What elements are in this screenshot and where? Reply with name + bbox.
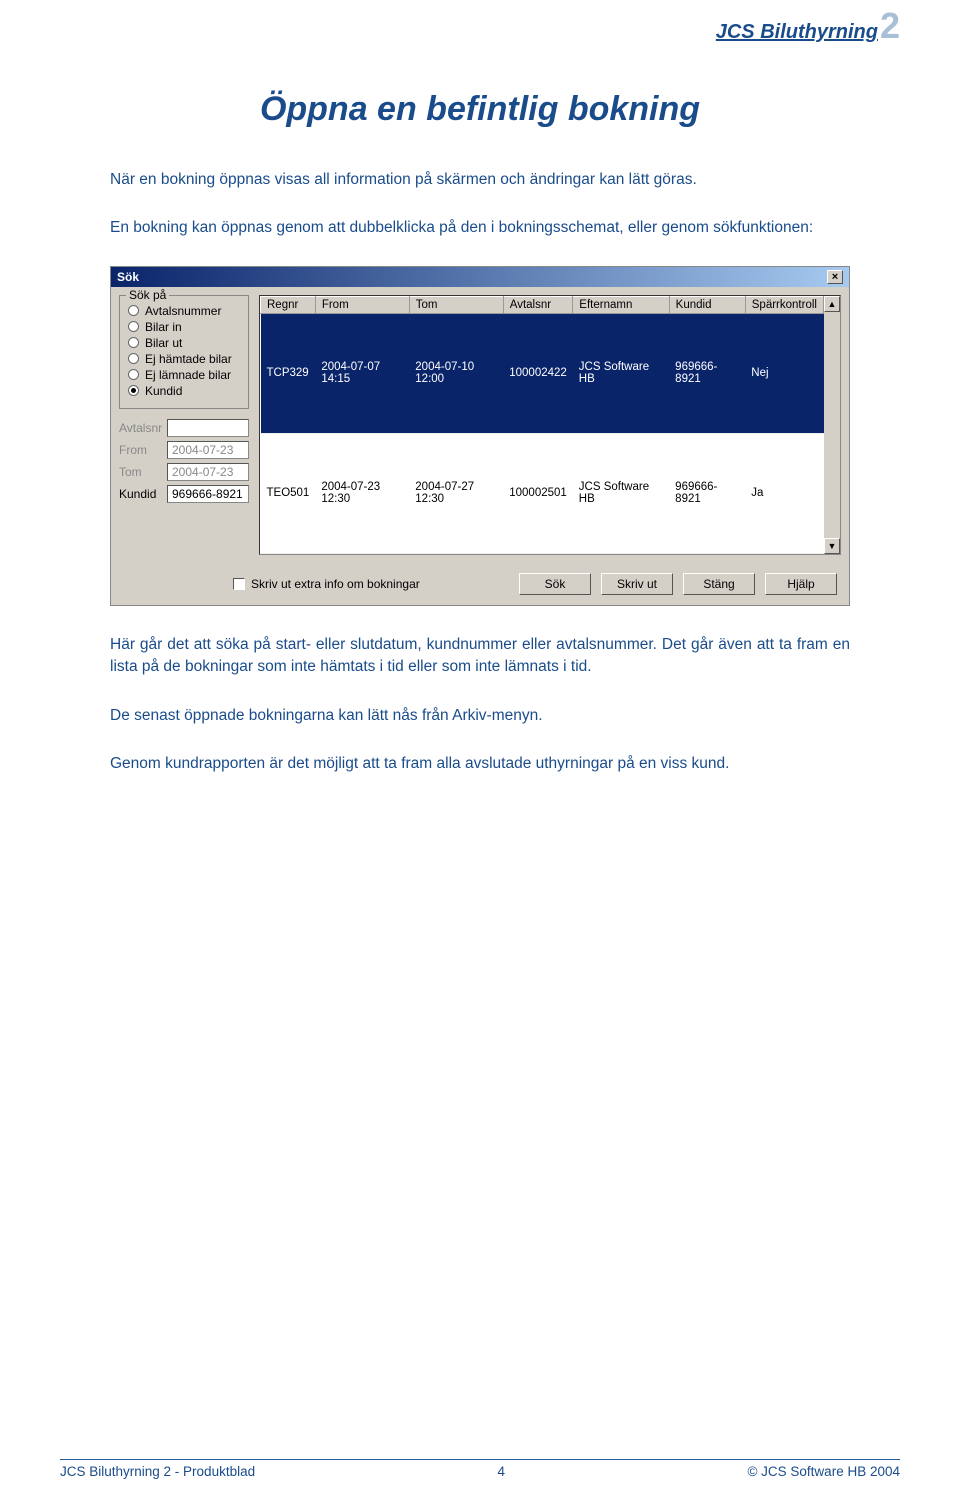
scroll-down-icon[interactable]: ▼: [824, 538, 840, 554]
radio-icon: [128, 337, 139, 348]
page-footer: JCS Biluthyrning 2 - Produktblad 4 © JCS…: [60, 1459, 900, 1479]
table-row[interactable]: TEO501 2004-07-23 12:30 2004-07-27 12:30…: [261, 433, 824, 553]
search-on-group-label: Sök på: [126, 288, 169, 302]
radio-label: Ej lämnade bilar: [145, 368, 231, 382]
radio-icon: [128, 369, 139, 380]
radio-bilar-ut[interactable]: Bilar ut: [128, 336, 240, 350]
radio-label: Ej hämtade bilar: [145, 352, 232, 366]
body-paragraph-4: De senast öppnade bokningarna kan lätt n…: [110, 705, 850, 727]
field-label: Tom: [119, 465, 163, 479]
footer-right: © JCS Software HB 2004: [747, 1464, 900, 1479]
radio-bilar-in[interactable]: Bilar in: [128, 320, 240, 334]
radio-icon: [128, 385, 139, 396]
col-from[interactable]: From: [315, 296, 409, 313]
print-button[interactable]: Skriv ut: [601, 573, 673, 595]
cell: 2004-07-07 14:15: [315, 313, 409, 433]
table-header-row: Regnr From Tom Avtalsnr Efternamn Kundid…: [261, 296, 824, 313]
radio-label: Bilar in: [145, 320, 182, 334]
cell: 969666-8921: [669, 313, 745, 433]
kundid-input[interactable]: 969666-8921: [167, 485, 249, 503]
window-titlebar[interactable]: Sök ×: [111, 267, 849, 287]
radio-ej-hamtade[interactable]: Ej hämtade bilar: [128, 352, 240, 366]
radio-label: Avtalsnummer: [145, 304, 221, 318]
col-sparrkontroll[interactable]: Spärrkontroll: [745, 296, 823, 313]
search-left-panel: Sök på Avtalsnummer Bilar in Bilar ut Ej…: [119, 295, 249, 555]
col-kundid[interactable]: Kundid: [669, 296, 745, 313]
brand-logo: JCS Biluthyrning 2: [716, 10, 900, 44]
avtalsnr-input[interactable]: [167, 419, 249, 437]
radio-kundid[interactable]: Kundid: [128, 384, 240, 398]
search-on-group: Sök på Avtalsnummer Bilar in Bilar ut Ej…: [119, 295, 249, 409]
help-button[interactable]: Hjälp: [765, 573, 837, 595]
cell: 969666-8921: [669, 433, 745, 553]
checkbox-icon[interactable]: [233, 578, 245, 590]
col-efternamn[interactable]: Efternamn: [573, 296, 669, 313]
brand-logo-num: 2: [880, 10, 900, 42]
window-bottom-bar: Skriv ut extra info om bokningar Sök Skr…: [111, 563, 849, 605]
tom-input[interactable]: 2004-07-23: [167, 463, 249, 481]
col-regnr[interactable]: Regnr: [261, 296, 316, 313]
intro-paragraph-1: När en bokning öppnas visas all informat…: [110, 169, 850, 191]
from-input[interactable]: 2004-07-23: [167, 441, 249, 459]
cell: Nej: [745, 313, 823, 433]
cell: TCP329: [261, 313, 316, 433]
table-row[interactable]: TCP329 2004-07-07 14:15 2004-07-10 12:00…: [261, 313, 824, 433]
close-icon[interactable]: ×: [827, 270, 843, 284]
results-table: Regnr From Tom Avtalsnr Efternamn Kundid…: [260, 296, 824, 554]
search-button[interactable]: Sök: [519, 573, 591, 595]
close-button[interactable]: Stäng: [683, 573, 755, 595]
radio-icon: [128, 305, 139, 316]
field-avtalsnr: Avtalsnr: [119, 419, 249, 437]
field-label: Avtalsnr: [119, 421, 163, 435]
radio-avtalsnummer[interactable]: Avtalsnummer: [128, 304, 240, 318]
radio-icon: [128, 321, 139, 332]
cell: 100002422: [503, 313, 573, 433]
field-label: From: [119, 443, 163, 457]
cell: JCS Software HB: [573, 313, 669, 433]
cell: JCS Software HB: [573, 433, 669, 553]
field-tom: Tom 2004-07-23: [119, 463, 249, 481]
checkbox-label: Skriv ut extra info om bokningar: [251, 577, 420, 591]
footer-page-number: 4: [498, 1464, 506, 1479]
cell: 2004-07-27 12:30: [409, 433, 503, 553]
field-from: From 2004-07-23: [119, 441, 249, 459]
col-tom[interactable]: Tom: [409, 296, 503, 313]
cell: TEO501: [261, 433, 316, 553]
cell: 100002501: [503, 433, 573, 553]
page-title: Öppna en befintlig bokning: [110, 90, 850, 129]
field-kundid: Kundid 969666-8921: [119, 485, 249, 503]
window-title: Sök: [117, 270, 139, 284]
brand-logo-text: JCS Biluthyrning: [716, 21, 878, 44]
cell: Ja: [745, 433, 823, 553]
cell: 2004-07-10 12:00: [409, 313, 503, 433]
body-paragraph-3: Här går det att söka på start- eller slu…: [110, 634, 850, 679]
vertical-scrollbar[interactable]: ▲ ▼: [824, 296, 840, 554]
extra-info-checkbox-row[interactable]: Skriv ut extra info om bokningar: [123, 577, 509, 591]
body-paragraph-5: Genom kundrapporten är det möjligt att t…: [110, 753, 850, 775]
field-label: Kundid: [119, 487, 163, 501]
radio-label: Bilar ut: [145, 336, 182, 350]
scroll-up-icon[interactable]: ▲: [824, 296, 840, 312]
radio-label: Kundid: [145, 384, 182, 398]
search-results-panel: Regnr From Tom Avtalsnr Efternamn Kundid…: [259, 295, 841, 555]
radio-ej-lamnade[interactable]: Ej lämnade bilar: [128, 368, 240, 382]
cell: 2004-07-23 12:30: [315, 433, 409, 553]
radio-icon: [128, 353, 139, 364]
footer-left: JCS Biluthyrning 2 - Produktblad: [60, 1464, 255, 1479]
col-avtalsnr[interactable]: Avtalsnr: [503, 296, 573, 313]
search-window: Sök × Sök på Avtalsnummer Bilar in Bilar…: [110, 266, 850, 606]
intro-paragraph-2: En bokning kan öppnas genom att dubbelkl…: [110, 217, 850, 239]
